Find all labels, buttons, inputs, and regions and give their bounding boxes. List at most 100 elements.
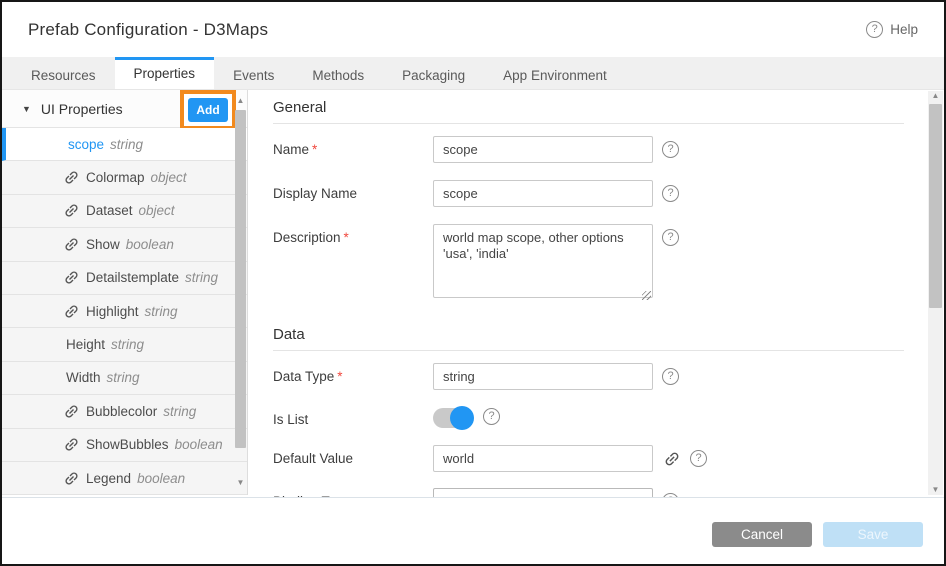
default-value-help-icon[interactable]: ? xyxy=(690,450,707,467)
collapse-caret-icon[interactable]: ▼ xyxy=(22,104,31,114)
property-name: Height xyxy=(66,337,105,352)
save-button[interactable]: Save xyxy=(823,522,923,547)
data-type-help-icon[interactable]: ? xyxy=(662,368,679,385)
link-icon xyxy=(59,266,83,290)
link-icon xyxy=(59,399,83,423)
tab-events[interactable]: Events xyxy=(214,57,293,89)
tab-methods[interactable]: Methods xyxy=(293,57,383,89)
cancel-button[interactable]: Cancel xyxy=(712,522,812,547)
property-name: Show xyxy=(86,237,120,252)
property-name: Dataset xyxy=(86,203,133,218)
link-icon xyxy=(59,299,83,323)
link-icon xyxy=(59,232,83,256)
scroll-down-icon[interactable]: ▼ xyxy=(237,478,245,488)
name-label: Name xyxy=(273,136,433,157)
field-row-default-value: Default Value ? xyxy=(273,445,904,472)
dialog-title: Prefab Configuration - D3Maps xyxy=(28,20,268,40)
prefab-configuration-dialog: Prefab Configuration - D3Maps ? Help Res… xyxy=(0,0,946,566)
scroll-down-icon[interactable]: ▼ xyxy=(932,485,940,495)
ui-properties-sidebar: ▼ UI Properties Add scope string Colorma… xyxy=(2,90,248,495)
description-label: Description xyxy=(273,224,433,245)
form-scrollbar[interactable]: ▲ ▼ xyxy=(928,91,943,495)
field-row-display-name: Display Name ? xyxy=(273,180,904,207)
help-button[interactable]: ? Help xyxy=(866,21,918,38)
add-property-button[interactable]: Add xyxy=(188,98,228,122)
property-item-detailstemplate[interactable]: Detailstemplate string xyxy=(2,262,247,295)
property-form: General Name ? Display Name ? Descriptio… xyxy=(273,90,904,515)
property-item-bubblecolor[interactable]: Bubblecolor string xyxy=(2,395,247,428)
property-name: Bubblecolor xyxy=(86,404,157,419)
field-row-is-list: Is List ? xyxy=(273,406,904,428)
sidebar-header: ▼ UI Properties Add xyxy=(2,90,247,128)
default-value-label: Default Value xyxy=(273,445,433,466)
property-type: boolean xyxy=(126,237,174,252)
property-item-height[interactable]: Height string xyxy=(2,328,247,361)
tab-packaging[interactable]: Packaging xyxy=(383,57,484,89)
property-type: string xyxy=(185,270,218,285)
property-name: Detailstemplate xyxy=(86,270,179,285)
property-type: string xyxy=(145,304,178,319)
is-list-toggle[interactable] xyxy=(433,408,471,428)
link-icon xyxy=(59,433,83,457)
form-scrollbar-thumb[interactable] xyxy=(929,104,942,308)
property-item-legend[interactable]: Legend boolean xyxy=(2,462,247,495)
title-bar: Prefab Configuration - D3Maps ? Help xyxy=(2,2,944,57)
is-list-label: Is List xyxy=(273,406,433,427)
sidebar-scrollbar-thumb[interactable] xyxy=(235,110,246,448)
dialog-body: ▼ UI Properties Add scope string Colorma… xyxy=(2,90,944,497)
display-name-label: Display Name xyxy=(273,180,433,201)
scroll-up-icon[interactable]: ▲ xyxy=(237,96,245,106)
property-name: Legend xyxy=(86,471,131,486)
display-name-help-icon[interactable]: ? xyxy=(662,185,679,202)
scroll-up-icon[interactable]: ▲ xyxy=(932,91,940,101)
section-title-general: General xyxy=(273,90,904,124)
add-button-highlight: Add xyxy=(180,90,236,130)
tab-properties[interactable]: Properties xyxy=(115,57,215,89)
tab-bar: Resources Properties Events Methods Pack… xyxy=(2,57,944,90)
property-type: object xyxy=(151,170,187,185)
property-item-width[interactable]: Width string xyxy=(2,362,247,395)
name-help-icon[interactable]: ? xyxy=(662,141,679,158)
tab-app-environment[interactable]: App Environment xyxy=(484,57,626,89)
property-item-dataset[interactable]: Dataset object xyxy=(2,195,247,228)
description-help-icon[interactable]: ? xyxy=(662,229,679,246)
bind-link-icon[interactable] xyxy=(659,446,684,471)
link-icon xyxy=(59,166,83,190)
property-item-colormap[interactable]: Colormap object xyxy=(2,161,247,194)
default-value-input[interactable] xyxy=(433,445,653,472)
property-item-scope[interactable]: scope string xyxy=(2,128,247,161)
property-item-showbubbles[interactable]: ShowBubbles boolean xyxy=(2,429,247,462)
section-title-data: Data xyxy=(273,317,904,351)
dialog-footer: Cancel Save xyxy=(2,497,944,564)
description-textarea[interactable]: world map scope, other options 'usa', 'i… xyxy=(433,224,653,298)
property-name: Highlight xyxy=(86,304,139,319)
sidebar-title: UI Properties xyxy=(41,101,123,117)
field-row-description: Description world map scope, other optio… xyxy=(273,224,904,303)
is-list-help-icon[interactable]: ? xyxy=(483,408,500,425)
field-row-data-type: Data Type ? xyxy=(273,363,904,390)
property-type: string xyxy=(163,404,196,419)
property-type: string xyxy=(111,337,144,352)
property-type: string xyxy=(107,370,140,385)
description-textarea-wrap: world map scope, other options 'usa', 'i… xyxy=(433,224,653,303)
tab-resources[interactable]: Resources xyxy=(12,57,115,89)
property-name: Colormap xyxy=(86,170,145,185)
name-input[interactable] xyxy=(433,136,653,163)
link-icon xyxy=(59,199,83,223)
property-type: string xyxy=(110,137,143,152)
display-name-input[interactable] xyxy=(433,180,653,207)
property-form-panel: General Name ? Display Name ? Descriptio… xyxy=(249,90,944,497)
property-name: Width xyxy=(66,370,101,385)
data-type-label: Data Type xyxy=(273,363,433,384)
help-icon: ? xyxy=(866,21,883,38)
property-name: scope xyxy=(68,137,104,152)
property-name: ShowBubbles xyxy=(86,437,169,452)
toggle-knob xyxy=(450,406,474,430)
help-label: Help xyxy=(890,22,918,37)
property-type: boolean xyxy=(137,471,185,486)
property-item-highlight[interactable]: Highlight string xyxy=(2,295,247,328)
field-row-name: Name ? xyxy=(273,136,904,163)
property-item-show[interactable]: Show boolean xyxy=(2,228,247,261)
sidebar-scrollbar[interactable]: ▲ ▼ xyxy=(235,96,246,488)
data-type-input[interactable] xyxy=(433,363,653,390)
